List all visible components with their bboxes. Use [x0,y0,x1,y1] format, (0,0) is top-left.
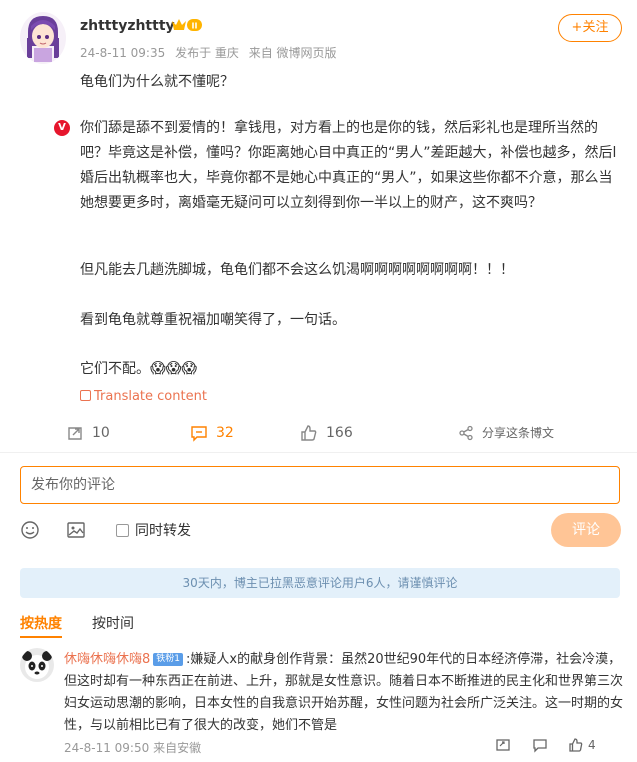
fan-badge[interactable]: 铁粉1 [153,653,184,666]
comment-like-button[interactable]: 4 [568,737,596,753]
comment-count: 32 [216,425,234,441]
share-button[interactable]: 分享这条博文 [458,424,554,441]
blocked-users-notice: 30天内，博主已拉黑恶意评论用户6人，请谨慎评论 [20,568,620,598]
comment-source: 来自安徽 [153,741,202,755]
active-tab-underline [20,636,62,638]
scream-emoji-icon: 😱 [165,359,182,377]
image-icon [67,522,85,538]
repost-button[interactable]: 10 [66,424,110,442]
thumbs-up-icon [301,425,317,441]
comment-repost-button[interactable] [495,737,511,753]
post-meta: 24-8-11 09:35 发布于 重庆 来自 微博网页版 [80,44,343,61]
share-icon [459,425,473,440]
divider [0,452,637,453]
scream-emoji-icon: 😱 [150,359,166,377]
post-paragraph-3: 看到龟龟就尊重祝福加嘲笑得了，一句话。 [80,312,346,328]
comment-reply-button[interactable] [532,737,548,753]
post-action-bar: 10 32 166 分享这条博文 [0,420,637,450]
comment-body: 休嗨休嗨休嗨8 铁粉1:嫌疑人x的献身创作背景：虽然20世纪90年代的日本经济停滞… [64,649,624,737]
like-count: 166 [326,425,353,441]
translate-link[interactable]: Translate content [80,389,207,404]
share-label: 分享这条博文 [482,426,555,440]
verified-v-icon: V [54,120,70,136]
vip-badge-icon[interactable]: II [170,16,204,34]
user-avatar[interactable] [20,12,66,64]
image-upload-button[interactable] [66,520,86,544]
post-paragraph-4-text: 它们不配。 [80,361,150,377]
post-timestamp[interactable]: 24-8-11 09:35 [80,46,165,60]
post-paragraph-2: 但凡能去几趟洗脚城，龟龟们都不会这么饥渴啊啊啊啊啊啊啊啊！！！ [80,262,514,278]
follow-button[interactable]: +关注 [558,14,622,42]
tab-sort-by-hot[interactable]: 按热度 [20,613,62,633]
post-source: 来自 微博网页版 [248,46,337,60]
emoji-picker-button[interactable] [20,520,40,544]
repost-count: 10 [92,425,110,441]
comment-input[interactable]: 发布你的评论 [20,466,620,504]
post-paragraph-1: 你们舔是舔不到爱情的！拿钱甩，对方看上的也是你的钱，然后彩礼也是理所当然的吧？毕… [80,120,617,211]
post-username[interactable]: zhtttyzhttty [80,18,175,34]
submit-comment-button[interactable]: 评论 [551,513,621,547]
post-title-line: 龟龟们为什么就不懂呢？ [80,74,234,90]
vip-level-text: II [192,22,198,31]
commenter-avatar[interactable] [20,648,54,682]
repost-checkbox[interactable] [116,523,129,537]
comment-icon [191,426,207,442]
comment-icon [533,739,547,753]
comment-button[interactable]: 32 [190,424,234,442]
tab-sort-by-time[interactable]: 按时间 [92,613,134,633]
repost-icon [68,427,82,440]
thumbs-up-icon [569,738,583,752]
translate-icon [80,390,91,401]
commenter-name[interactable]: 休嗨休嗨休嗨8 [64,652,150,667]
smiley-icon [21,521,39,539]
repost-checkbox-label: 同时转发 [135,523,191,539]
comment-meta: 24-8-11 09:50 来自安徽 [64,739,201,756]
comment-like-count: 4 [588,738,596,752]
post-location: 发布于 重庆 [175,46,239,60]
scream-emoji-icon: 😱 [181,359,197,377]
like-button[interactable]: 166 [300,424,353,442]
translate-label: Translate content [94,389,207,404]
repost-checkbox-row[interactable]: 同时转发 [116,520,191,540]
repost-icon [496,739,510,751]
comment-timestamp: 24-8-11 09:50 [64,741,150,755]
post-paragraph-4: 它们不配。😱😱😱 [80,356,625,382]
